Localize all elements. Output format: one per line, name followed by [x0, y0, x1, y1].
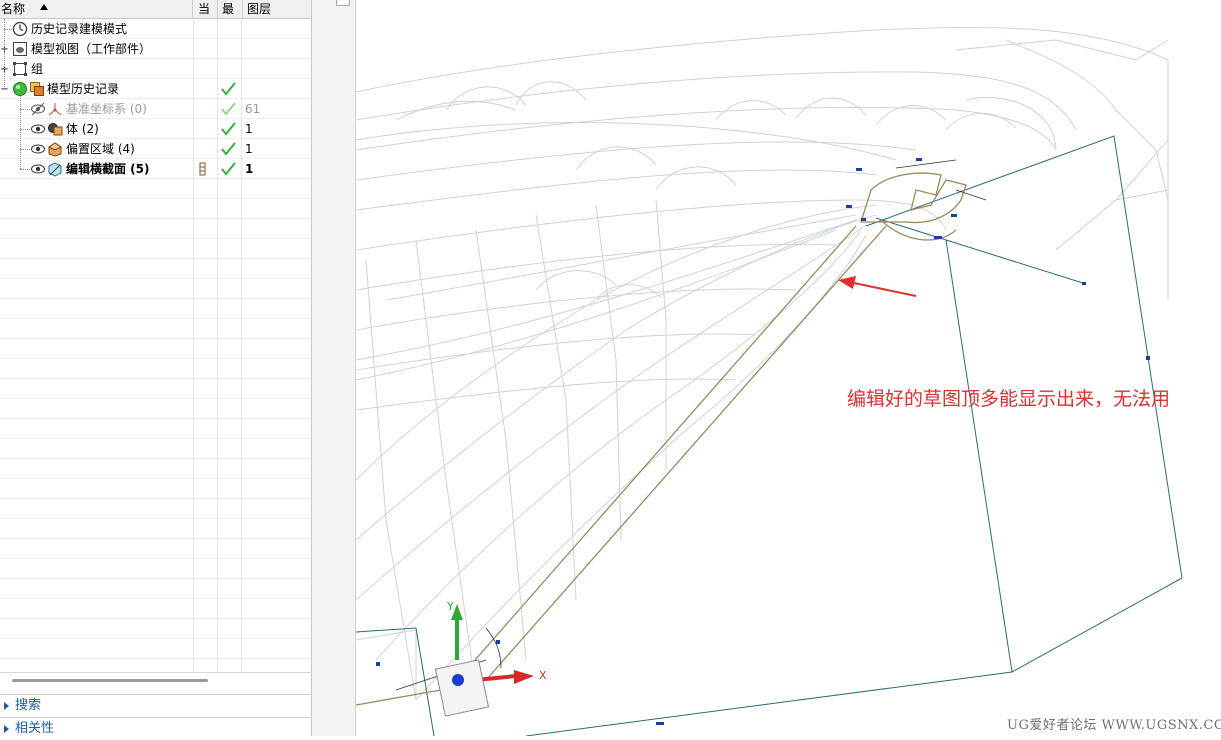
empty-row	[0, 279, 311, 299]
tree-row-groups[interactable]: + 组	[0, 59, 311, 79]
tree-item-label: 基准坐标系 (0)	[66, 102, 147, 116]
body-icon	[47, 121, 63, 137]
section-search[interactable]: 搜索	[0, 694, 311, 717]
tree-item-label: 编辑横截面 (5)	[66, 162, 150, 176]
navigator-header: 名称 当 最 图层	[0, 0, 311, 19]
empty-row	[0, 219, 311, 239]
empty-row	[0, 339, 311, 359]
tree-row-model-history[interactable]: − 模型历史记录	[0, 79, 311, 99]
empty-row	[0, 199, 311, 219]
resource-bar-gutter	[312, 0, 356, 736]
watermark-text: UG爱好者论坛 WWW.UGSNX.COM	[1007, 718, 1221, 733]
datum-csys-icon	[47, 101, 63, 117]
column-divider	[241, 19, 242, 671]
tree-item-label: 组	[31, 62, 44, 76]
current-feature-icon	[193, 159, 217, 179]
horizontal-scrollbar[interactable]	[0, 672, 311, 689]
empty-row	[0, 179, 311, 199]
eye-icon[interactable]	[30, 141, 46, 157]
empty-row	[0, 419, 311, 439]
latest-check-icon	[218, 139, 240, 159]
tree-row-edit-section[interactable]: 编辑横截面 (5) 1	[0, 159, 311, 179]
eye-hidden-icon[interactable]	[30, 101, 46, 117]
offset-region-icon	[47, 141, 63, 157]
empty-row	[0, 539, 311, 559]
tree-row-offset-region[interactable]: 偏置区域 (4) 1	[0, 139, 311, 159]
tree-connector	[20, 129, 30, 130]
latest-check-icon	[218, 99, 240, 119]
empty-row	[0, 299, 311, 319]
empty-row	[0, 259, 311, 279]
empty-row	[0, 579, 311, 599]
tree-connector	[20, 169, 30, 170]
empty-row	[0, 599, 311, 619]
empty-row	[0, 519, 311, 539]
latest-check-icon	[218, 119, 240, 139]
empty-row	[0, 499, 311, 519]
panel-tab-icon[interactable]	[336, 0, 350, 6]
triad-x-label: X	[539, 669, 547, 682]
clock-icon	[12, 21, 28, 37]
empty-row	[0, 379, 311, 399]
tree-connector	[20, 109, 30, 110]
latest-check-icon	[218, 159, 240, 179]
empty-row	[0, 319, 311, 339]
empty-row	[0, 239, 311, 259]
expand-arrow-icon	[4, 725, 9, 733]
model-wireframe: Y X	[356, 26, 1183, 736]
graphics-viewport[interactable]: Y X 编辑好的草图顶多能显示出来，无法用 UG爱好者论坛 WWW.UGSNX.…	[356, 0, 1221, 736]
eye-icon[interactable]	[30, 161, 46, 177]
tree-connector	[4, 29, 12, 30]
annotation-text: 编辑好的草图顶多能显示出来，无法用	[847, 388, 1171, 410]
layer-value: 1	[245, 142, 253, 156]
triad-y-label: Y	[446, 600, 454, 613]
empty-row	[0, 659, 311, 671]
empty-row	[0, 359, 311, 379]
empty-row	[0, 619, 311, 639]
history-icon	[29, 81, 45, 97]
ghost-geometry-blue	[356, 122, 897, 381]
empty-row	[0, 399, 311, 419]
tree-item-label: 模型视图（工作部件）	[31, 42, 152, 56]
tree-row-datum-csys[interactable]: 基准坐标系 (0) 61	[0, 99, 311, 119]
empty-row	[0, 479, 311, 499]
tree-item-label: 偏置区域 (4)	[66, 142, 135, 156]
navigator-tree: 历史记录建模模式 + 模型视图（工作部件） + 组 − 模型历史记录 基准坐标系…	[0, 19, 311, 671]
column-header-layer[interactable]: 图层	[243, 0, 311, 18]
empty-row	[0, 559, 311, 579]
dimension-lines	[395, 159, 987, 691]
tree-row-body[interactable]: 体 (2) 1	[0, 119, 311, 139]
section-plane-frame	[356, 135, 1183, 736]
empty-row	[0, 459, 311, 479]
column-divider	[193, 19, 194, 671]
tree-row-history-mode[interactable]: 历史记录建模模式	[0, 19, 311, 39]
layer-value: 61	[245, 102, 261, 116]
layer-value: 1	[245, 162, 254, 176]
section-sketch	[356, 172, 967, 706]
empty-row	[0, 439, 311, 459]
column-header-latest[interactable]: 最	[218, 0, 243, 18]
edit-section-icon	[47, 161, 63, 177]
ghost-geometry	[356, 26, 1169, 701]
section-dependencies[interactable]: 相关性	[0, 717, 311, 740]
tree-connector	[20, 149, 30, 150]
column-header-name[interactable]: 名称	[0, 0, 193, 18]
eye-icon[interactable]	[30, 121, 46, 137]
tree-item-label: 体 (2)	[66, 122, 99, 136]
part-navigator: 名称 当 最 图层 历史记录建模模式 + 模型视图（工作部件） + 组 − 模型…	[0, 0, 312, 740]
empty-row	[0, 639, 311, 659]
scrollbar-thumb[interactable]	[12, 679, 208, 682]
tree-item-label: 模型历史记录	[47, 82, 120, 96]
annotation-arrow	[838, 276, 917, 297]
group-icon	[12, 61, 28, 77]
latest-check-icon	[218, 79, 240, 99]
sort-ascending-icon	[40, 4, 48, 10]
layer-value: 1	[245, 122, 253, 136]
tree-row-model-views[interactable]: + 模型视图（工作部件）	[0, 39, 311, 59]
tree-item-label: 历史记录建模模式	[31, 22, 128, 36]
expand-arrow-icon	[4, 702, 9, 710]
model-view-icon	[12, 41, 28, 57]
column-divider	[217, 19, 218, 671]
column-header-current[interactable]: 当	[193, 0, 218, 18]
